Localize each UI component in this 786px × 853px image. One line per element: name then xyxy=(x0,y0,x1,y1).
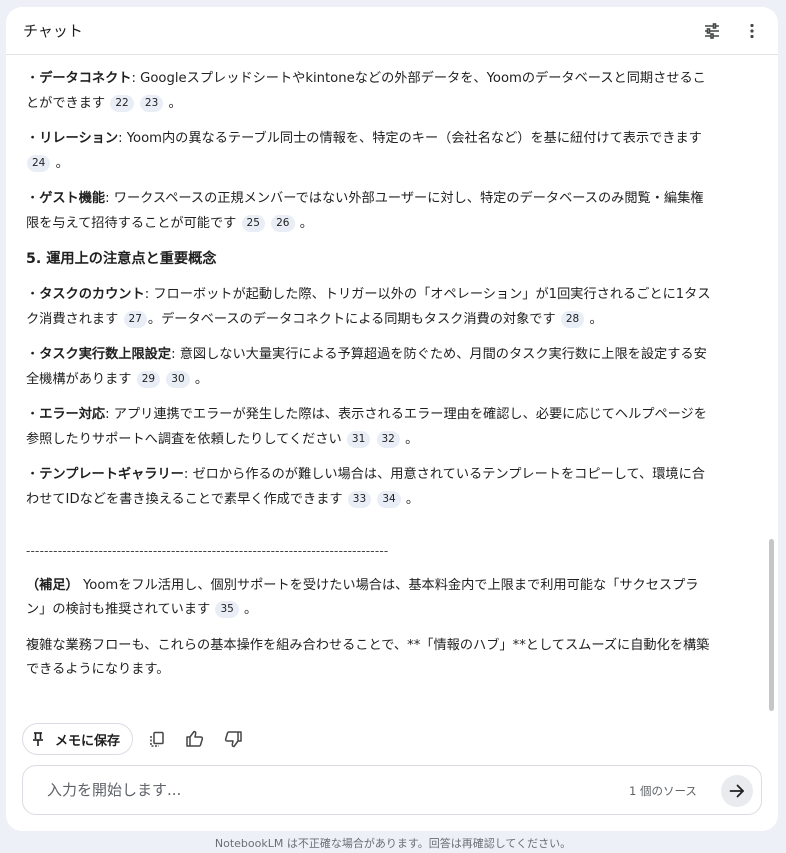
chat-title: チャット xyxy=(23,22,83,40)
citation-chip[interactable]: 35 xyxy=(215,601,239,618)
bullet-end: 。 xyxy=(405,431,419,447)
tune-button[interactable] xyxy=(700,19,724,43)
bullet-end: 。 xyxy=(168,95,182,111)
pin-icon xyxy=(33,732,43,746)
list-item: ・タスクのカウント: フローボットが起動した際、トリガー以外の「オペレーション」… xyxy=(26,287,711,328)
source-count: 1 個のソース xyxy=(629,784,697,798)
list-item: ・ゲスト機能: ワークスペースの正規メンバーではない外部ユーザーに対し、特定のデ… xyxy=(26,191,704,232)
supplement-note: （補足） Yoomをフル活用し、個別サポートを受けたい場合は、基本料金内で上限ま… xyxy=(26,574,716,623)
arrow-right-icon xyxy=(729,784,744,798)
list-item: ・テンプレートギャラリー: ゼロから作るのが難しい場合は、用意されているテンプレ… xyxy=(26,467,705,508)
more-vert-icon xyxy=(750,23,754,39)
list-item: ・エラー対応: アプリ連携でエラーが発生した際は、表示されるエラー理由を確認し、… xyxy=(26,407,707,448)
citation-chip[interactable]: 26 xyxy=(271,214,295,232)
citation-chip[interactable]: 34 xyxy=(377,490,401,508)
divider-line: ----------------------------------------… xyxy=(26,544,389,558)
citation-chip[interactable]: 32 xyxy=(376,430,400,448)
bullet-term: タスク実行数上限設定 xyxy=(39,347,172,362)
bullet-end: 。 xyxy=(299,215,313,231)
citation-chip[interactable]: 31 xyxy=(346,430,371,448)
citation-chip[interactable]: 23 xyxy=(139,94,164,112)
citation-chip[interactable]: 22 xyxy=(110,94,134,112)
chat-input-box: 1 個のソース xyxy=(22,765,762,815)
tune-icon xyxy=(705,23,719,39)
chat-panel: チャット ・データコネクト: Googleスプレッドシートやkintoneなどの… xyxy=(6,7,778,831)
note-label: （補足） xyxy=(26,577,79,593)
thumbs-up-button[interactable] xyxy=(181,725,209,753)
citation-chip[interactable]: 30 xyxy=(166,370,190,388)
list-item: ・タスク実行数上限設定: 意図しない大量実行による予算超過を防ぐため、月間のタス… xyxy=(26,347,707,388)
citation-chip[interactable]: 25 xyxy=(241,214,265,232)
bullet-term: テンプレートギャラリー xyxy=(39,467,184,482)
list-item: ・データコネクト: Googleスプレッドシートやkintoneなどの外部データ… xyxy=(26,71,706,112)
bullet-term: タスクのカウント xyxy=(39,287,145,302)
chat-header: チャット xyxy=(6,7,778,55)
bullet-end: 。 xyxy=(55,155,69,171)
copy-icon xyxy=(150,731,164,747)
citation-chip[interactable]: 33 xyxy=(347,490,372,508)
citation-chip[interactable]: 29 xyxy=(136,370,161,388)
chat-input[interactable] xyxy=(47,779,607,801)
bullet-text: : Yoom内の異なるテーブル同士の情報を、特定のキー（会社名など）を基に紐付け… xyxy=(118,131,702,146)
bullet-end: 。 xyxy=(589,311,603,327)
send-button[interactable] xyxy=(721,775,753,807)
bullet-end: 。 xyxy=(194,371,209,387)
save-to-note-label: メモに保存 xyxy=(55,733,121,749)
thumbs-down-icon xyxy=(224,731,242,748)
bullet-end: 。 xyxy=(405,491,420,507)
bullet-text: 。データベースのデータコネクトによる同期もタスク消費の対象です xyxy=(147,311,556,327)
thumbs-down-button[interactable] xyxy=(219,725,247,753)
thumbs-up-icon xyxy=(186,730,204,747)
note-text: Yoomをフル活用し、個別サポートを受けたい場合は、基本料金内で上限まで利用可能… xyxy=(26,577,699,618)
citation-chip[interactable]: 28 xyxy=(560,310,585,328)
response-actions: メモに保存 xyxy=(22,723,247,755)
bullet-term: リレーション xyxy=(39,131,119,146)
footer-disclaimer: NotebookLM は不正確な場合があります。回答は再確認してください。 xyxy=(214,837,572,850)
bullet-text: : ワークスペースの正規メンバーではない外部ユーザーに対し、特定のデータベースの… xyxy=(26,191,704,231)
copy-button[interactable] xyxy=(143,725,171,753)
chat-response: ・データコネクト: Googleスプレッドシートやkintoneなどの外部データ… xyxy=(26,67,716,694)
citation-chip[interactable]: 27 xyxy=(123,310,147,328)
save-to-note-button[interactable]: メモに保存 xyxy=(22,723,134,755)
more-menu-button[interactable] xyxy=(740,19,764,43)
closing-paragraph: 複雑な業務フローも、これらの基本操作を組み合わせることで、**「情報のハブ」**… xyxy=(26,637,710,678)
note-end: 。 xyxy=(244,602,258,617)
citation-chip[interactable]: 24 xyxy=(27,154,51,172)
bullet-term: データコネクト xyxy=(39,71,132,86)
bullet-term: エラー対応 xyxy=(39,407,106,422)
section-heading: 5. 運用上の注意点と重要概念 xyxy=(26,251,217,267)
scrollbar-thumb[interactable] xyxy=(769,539,774,711)
list-item: ・リレーション: Yoom内の異なるテーブル同士の情報を、特定のキー（会社名など… xyxy=(26,131,702,172)
bullet-term: ゲスト機能 xyxy=(39,191,106,206)
